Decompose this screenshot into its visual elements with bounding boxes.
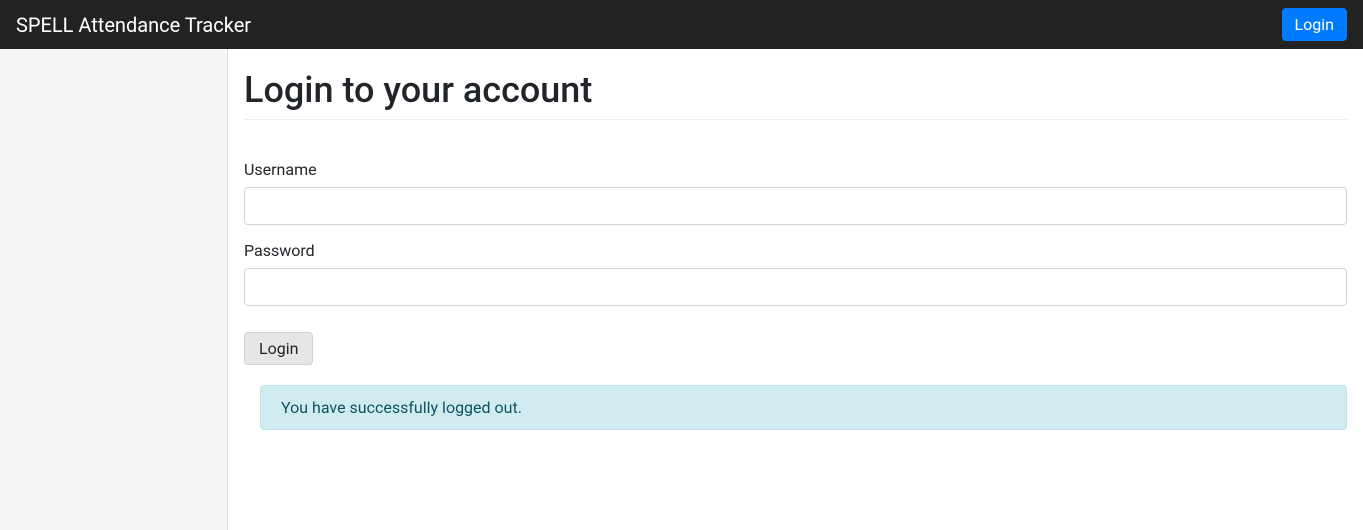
navbar: SPELL Attendance Tracker Login [0, 0, 1363, 49]
page-title: Login to your account [244, 69, 1347, 111]
submit-login-button[interactable]: Login [244, 332, 313, 365]
sidebar [0, 49, 228, 530]
password-input[interactable] [244, 268, 1347, 306]
nav-login-button[interactable]: Login [1282, 8, 1347, 41]
username-label: Username [244, 160, 1347, 179]
brand-link[interactable]: SPELL Attendance Tracker [16, 13, 251, 37]
username-input[interactable] [244, 187, 1347, 225]
username-group: Username [244, 160, 1347, 225]
login-form: Username Password Login [244, 160, 1347, 365]
layout: Login to your account Username Password … [0, 49, 1363, 530]
main-content: Login to your account Username Password … [228, 49, 1363, 530]
title-divider [244, 119, 1347, 120]
password-label: Password [244, 241, 1347, 260]
logout-success-alert: You have successfully logged out. [260, 385, 1347, 430]
password-group: Password [244, 241, 1347, 306]
